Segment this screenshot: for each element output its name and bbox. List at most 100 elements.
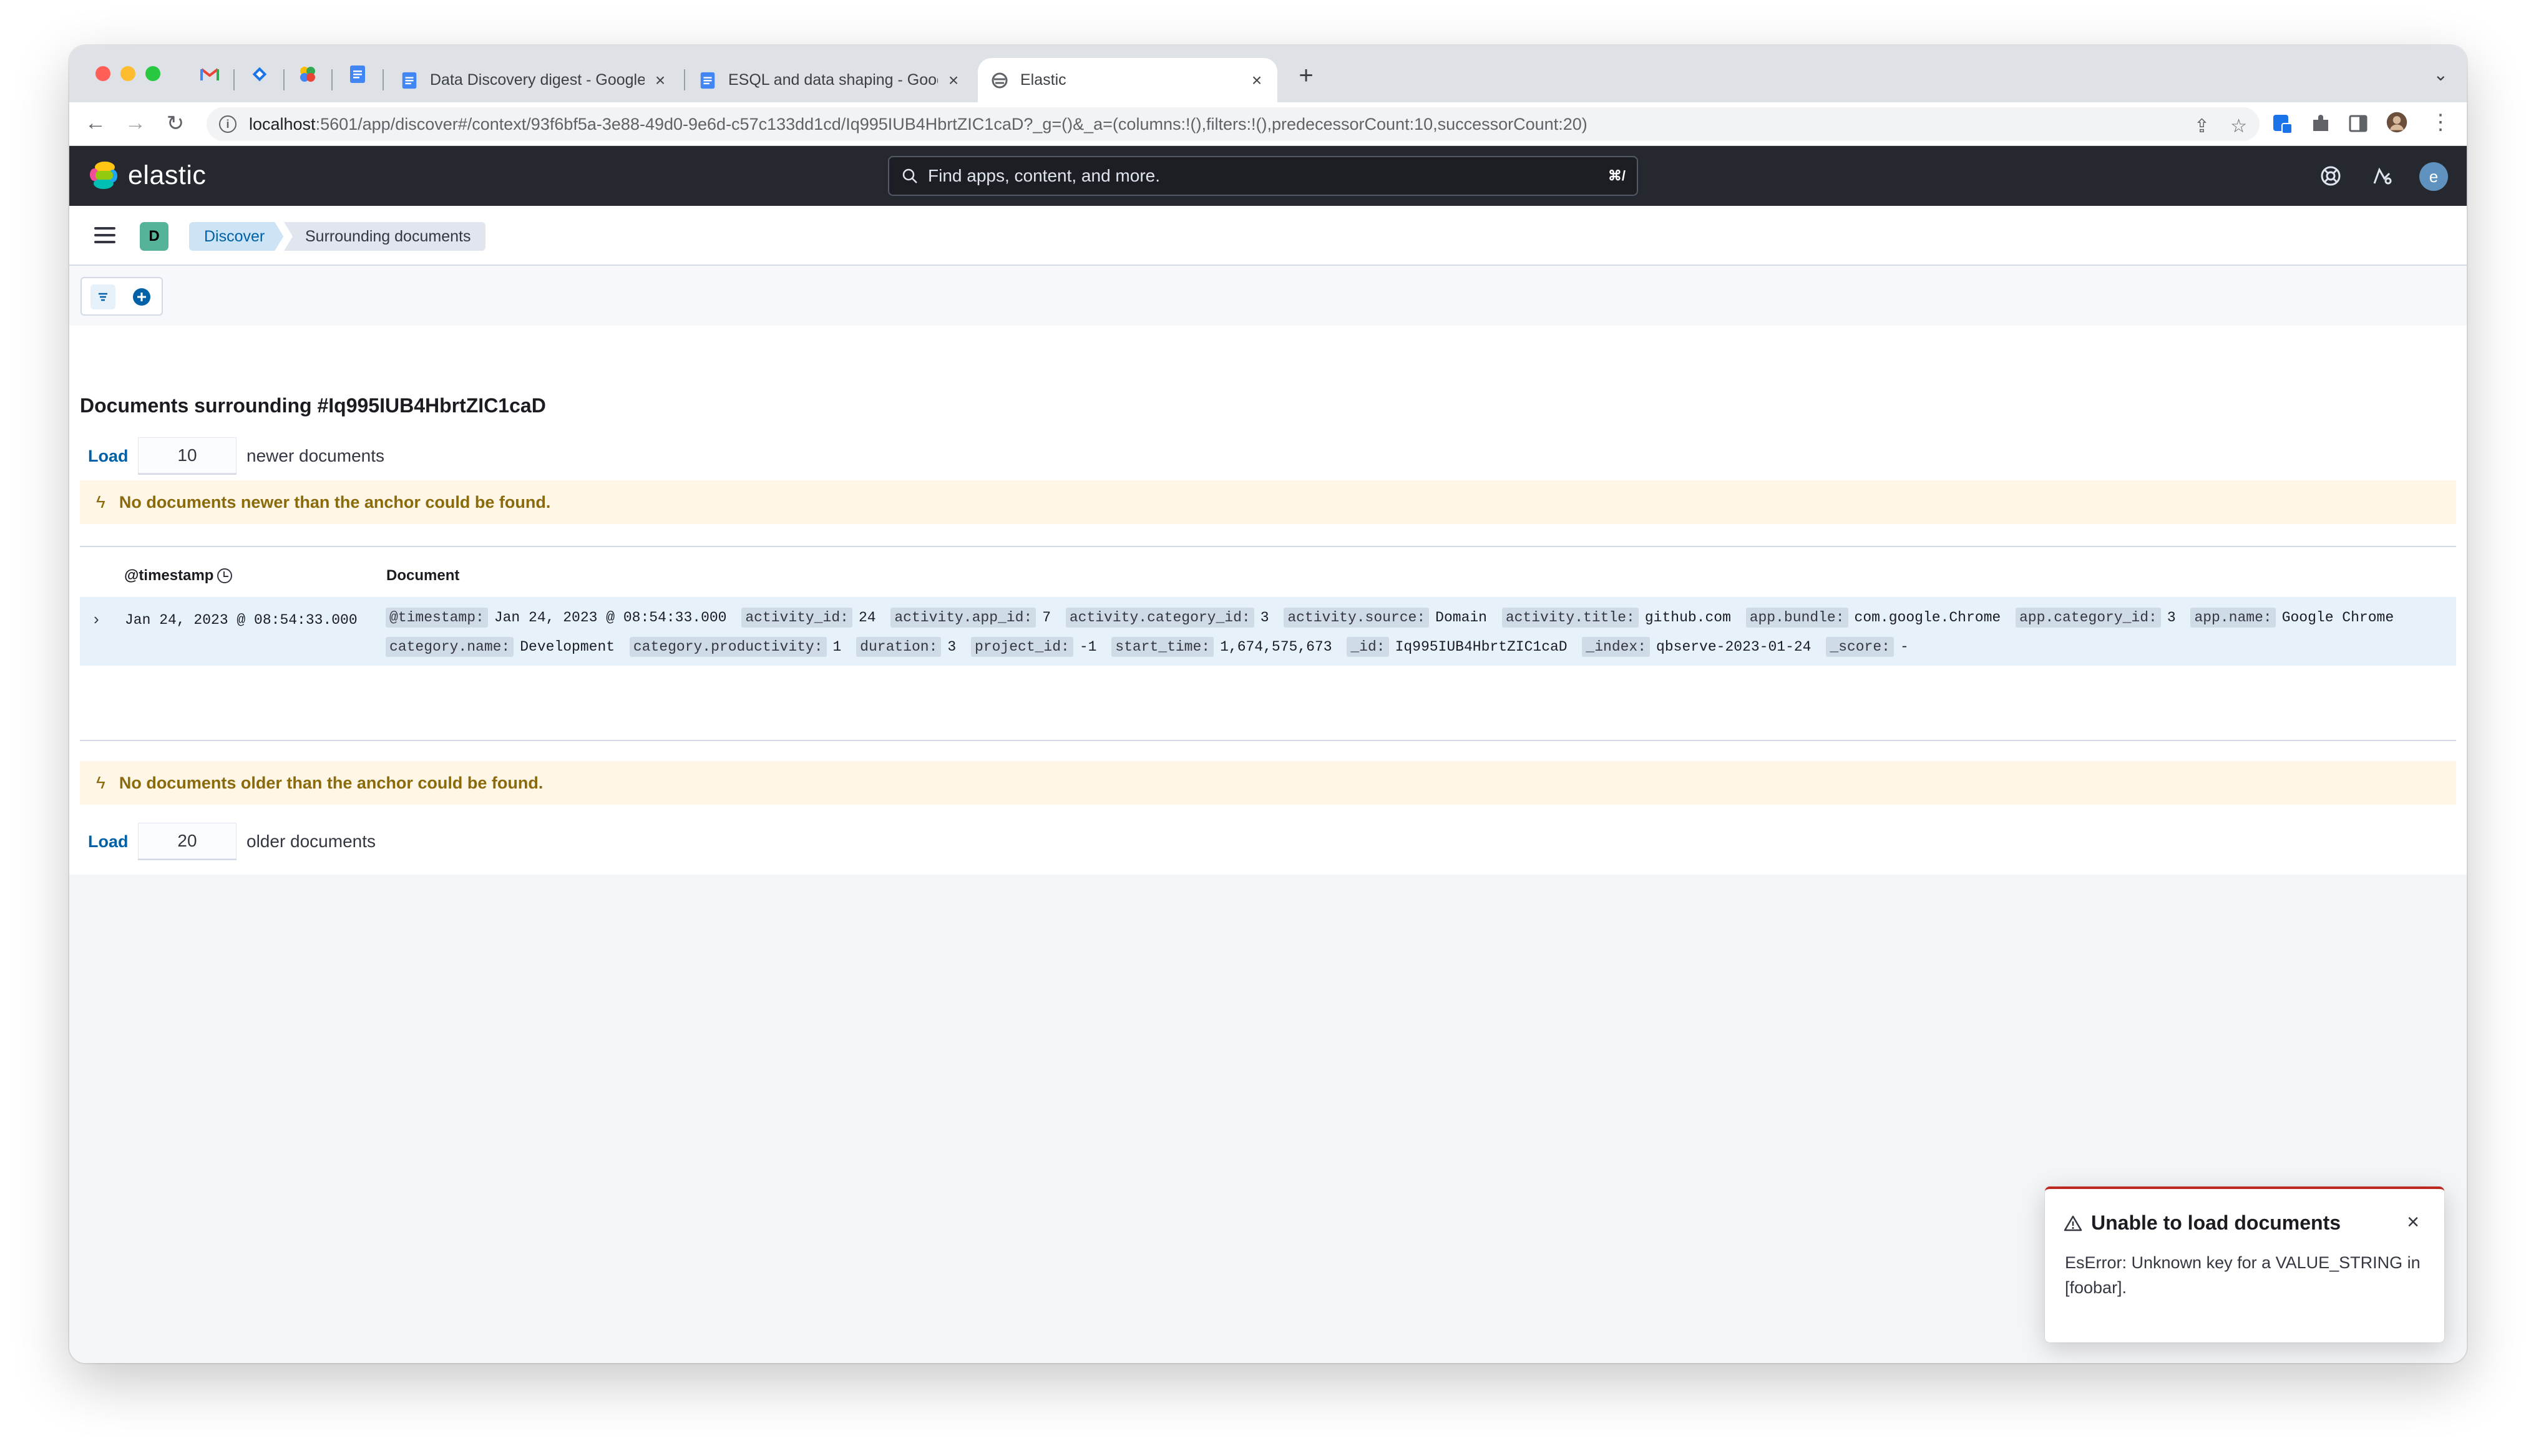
doc-field: activity.title: github.com <box>1501 608 1731 628</box>
side-panel-icon[interactable] <box>2347 112 2369 135</box>
share-icon[interactable]: ⇪ <box>2194 115 2210 137</box>
new-tab-button[interactable]: + <box>1292 62 1320 90</box>
doc-field: activity.source: Domain <box>1284 608 1487 628</box>
gmail-pinned-tab[interactable] <box>197 62 222 87</box>
filter-controls <box>80 277 163 316</box>
minimize-window-button[interactable] <box>120 66 135 81</box>
back-button[interactable]: ← <box>83 111 108 135</box>
pinned-tab-pinwheel[interactable] <box>295 62 320 87</box>
older-load-row: Load older documents <box>88 823 376 860</box>
doc-field-key: app.bundle: <box>1745 608 1848 628</box>
alert-icon <box>2064 1215 2082 1231</box>
tab-title: ESQL and data shaping - Goog <box>728 71 938 89</box>
doc-field-key: activity.category_id: <box>1065 608 1254 628</box>
tab-separator <box>383 69 384 90</box>
doc-field: activity_id: 24 <box>741 608 876 628</box>
doc-field-key: category.name: <box>386 637 514 657</box>
toast-message: EsError: Unknown key for a VALUE_STRING … <box>2065 1253 2421 1297</box>
doc-field-value: github.com <box>1644 609 1731 626</box>
logo-text: elastic <box>128 160 207 190</box>
gmail-icon <box>200 68 219 80</box>
filter-menu-button[interactable] <box>90 284 115 309</box>
newer-load-row: Load newer documents <box>88 437 384 475</box>
filter-bar <box>69 266 2467 326</box>
tab-data-discovery[interactable]: Data Discovery digest - Google × <box>388 58 681 102</box>
tab-esql[interactable]: ESQL and data shaping - Goog × <box>686 58 974 102</box>
doc-field-key: _index: <box>1582 637 1651 657</box>
extensions-puzzle-icon[interactable] <box>2309 112 2332 135</box>
newer-documents-label: newer documents <box>246 446 385 465</box>
doc-field-value: 3 <box>2167 609 2176 626</box>
tab-search-button[interactable]: ⌄ <box>2434 64 2448 85</box>
breadcrumb-discover[interactable]: Discover <box>189 222 283 251</box>
forward-button[interactable]: → <box>123 111 148 135</box>
menu-toggle-icon[interactable] <box>94 227 115 248</box>
newer-warning-callout: ϟ No documents newer than the anchor cou… <box>80 480 2456 524</box>
help-icon[interactable] <box>2319 165 2342 187</box>
row-document: @timestamp: Jan 24, 2023 @ 08:54:33.000 a… <box>386 603 2445 662</box>
profile-avatar-icon[interactable] <box>2386 111 2408 133</box>
close-window-button[interactable] <box>95 66 110 81</box>
doc-field-key: app.name: <box>2190 608 2276 628</box>
doc-field-key: activity.source: <box>1284 608 1430 628</box>
doc-field-key: activity_id: <box>741 608 852 628</box>
bolt-icon: ϟ <box>96 492 105 512</box>
reload-button[interactable]: ↻ <box>163 111 188 136</box>
doc-field: activity.category_id: 3 <box>1065 608 1269 628</box>
bolt-icon: ϟ <box>96 773 105 792</box>
doc-field-key: _id: <box>1347 637 1389 657</box>
address-bar[interactable]: i localhost:5601/app/discover#/context/9… <box>207 107 2260 141</box>
elastic-favicon-icon <box>992 72 1008 88</box>
close-icon[interactable]: × <box>2407 1210 2419 1235</box>
row-timestamp: Jan 24, 2023 @ 08:54:33.000 <box>125 612 358 628</box>
pinwheel-icon <box>300 67 315 82</box>
docs-icon <box>350 66 365 83</box>
maximize-window-button[interactable] <box>145 66 160 81</box>
load-newer-button[interactable]: Load <box>88 447 138 466</box>
bookmark-star-icon[interactable]: ☆ <box>2230 115 2247 137</box>
load-older-button[interactable]: Load <box>88 832 138 852</box>
older-documents-label: older documents <box>246 832 376 851</box>
tab-separator <box>233 69 235 90</box>
timestamp-column-header[interactable]: @timestamp <box>124 567 233 585</box>
global-search[interactable]: ⌘/ <box>888 156 1638 196</box>
doc-field: app.category_id: 3 <box>2015 608 2176 628</box>
tab-elastic[interactable]: Elastic × <box>978 58 1277 102</box>
doc-field-key: duration: <box>856 637 942 657</box>
diamond-icon <box>252 67 267 82</box>
user-avatar[interactable]: e <box>2419 162 2448 191</box>
doc-field-value: 24 <box>858 609 876 626</box>
close-tab-icon[interactable]: × <box>1249 70 1265 90</box>
site-info-icon[interactable]: i <box>219 115 237 133</box>
doc-field: category.name: Development <box>386 637 615 657</box>
url-host: localhost <box>249 114 316 133</box>
tab-title: Elastic <box>1020 71 1066 89</box>
global-search-input[interactable] <box>928 166 1608 186</box>
news-feed-icon[interactable] <box>2371 165 2393 187</box>
expand-row-icon[interactable]: › <box>94 609 99 629</box>
close-tab-icon[interactable]: × <box>945 70 962 90</box>
table-row[interactable]: › Jan 24, 2023 @ 08:54:33.000 @timestamp… <box>80 597 2456 666</box>
space-avatar[interactable]: D <box>140 222 168 251</box>
add-filter-icon[interactable] <box>132 287 152 307</box>
doc-field-value: 1,674,575,673 <box>1220 639 1332 655</box>
older-count-input[interactable] <box>138 823 237 860</box>
pinned-tab-docs[interactable] <box>345 62 370 87</box>
doc-field-value: Development <box>520 639 615 655</box>
elastic-cluster-icon <box>90 162 117 189</box>
browser-menu-icon[interactable]: ⋮ <box>2428 110 2453 135</box>
older-warning-text: No documents older than the anchor could… <box>119 773 544 792</box>
doc-field-value: Jan 24, 2023 @ 08:54:33.000 <box>494 609 727 626</box>
doc-field: app.name: Google Chrome <box>2190 608 2394 628</box>
extension-badge-icon[interactable] <box>2271 112 2293 135</box>
doc-field-key: project_id: <box>971 637 1073 657</box>
doc-field-key: activity.title: <box>1501 608 1639 628</box>
elastic-logo[interactable]: elastic <box>88 160 206 191</box>
doc-field-value: - <box>1900 639 1909 655</box>
newer-count-input[interactable] <box>138 437 237 475</box>
url-path: :5601/app/discover#/context/93f6bf5a-3e8… <box>315 114 1587 133</box>
close-tab-icon[interactable]: × <box>652 70 668 90</box>
pinned-tab-diamond[interactable] <box>247 62 272 87</box>
page-title: Documents surrounding #Iq995IUB4HbrtZIC1… <box>80 394 546 417</box>
doc-field-value: 3 <box>947 639 957 655</box>
